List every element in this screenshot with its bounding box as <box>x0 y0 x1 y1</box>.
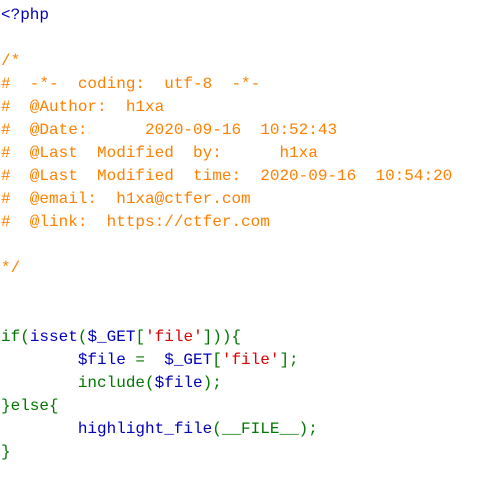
code-token: highlight_file <box>77 420 213 438</box>
code-token: # @link: https://ctfer.com <box>1 213 270 231</box>
code-line: include($file); <box>0 372 495 395</box>
code-token: ]; <box>279 351 299 369</box>
code-token: <?php <box>1 6 50 24</box>
code-token: ); <box>298 420 318 438</box>
code-line: # @Last Modified by: h1xa <box>0 142 495 165</box>
code-token: [ <box>212 351 222 369</box>
code-line: /* <box>0 50 495 73</box>
code-line: <?php <box>0 4 495 27</box>
code-token: = <box>135 351 155 369</box>
code-token: __FILE__ <box>221 420 299 438</box>
code-token: $_GET <box>87 328 136 346</box>
code-line: # @Last Modified time: 2020-09-16 10:54:… <box>0 165 495 188</box>
code-line: # @email: h1xa@ctfer.com <box>0 188 495 211</box>
code-token: isset <box>29 328 78 346</box>
php-source-view: <?php /* # -*- coding: utf-8 -*- # @Author… <box>0 0 495 481</box>
code-token: # -*- coding: utf-8 -*- <box>1 75 261 93</box>
code-token: # @Author: h1xa <box>1 98 165 116</box>
code-token: $file <box>77 351 136 369</box>
code-token: /* <box>1 52 21 70</box>
code-token: ( <box>77 328 88 346</box>
code-line: $file = $_GET['file']; <box>0 349 495 372</box>
code-line: } <box>0 441 495 464</box>
code-token: 'file' <box>221 351 280 369</box>
code-token: ); <box>202 374 222 392</box>
code-token: include( <box>77 374 155 392</box>
code-token: ])){ <box>202 328 242 346</box>
code-token: */ <box>1 259 21 277</box>
code-token: if( <box>1 328 30 346</box>
code-token: } <box>1 443 11 461</box>
code-line: if(isset($_GET['file'])){ <box>0 326 495 349</box>
code-line: highlight_file(__FILE__); <box>0 418 495 441</box>
code-token: # @Last Modified time: 2020-09-16 10:54:… <box>1 167 453 185</box>
code-line: # @Date: 2020-09-16 10:52:43 <box>0 119 495 142</box>
code-token: $_GET <box>154 351 213 369</box>
code-token: }else{ <box>1 397 59 415</box>
code-line: # -*- coding: utf-8 -*- <box>0 73 495 96</box>
code-line: */ <box>0 257 495 280</box>
code-line: # @link: https://ctfer.com <box>0 211 495 234</box>
code-token: $file <box>154 374 203 392</box>
code-line: }else{ <box>0 395 495 418</box>
code-token: 'file' <box>145 328 203 346</box>
code-token: [ <box>135 328 146 346</box>
code-token: ( <box>212 420 222 438</box>
code-token: # @Date: 2020-09-16 10:52:43 <box>1 121 338 139</box>
code-line: # @Author: h1xa <box>0 96 495 119</box>
code-token: # @email: h1xa@ctfer.com <box>1 190 251 208</box>
code-token: # @Last Modified by: h1xa <box>1 144 318 162</box>
